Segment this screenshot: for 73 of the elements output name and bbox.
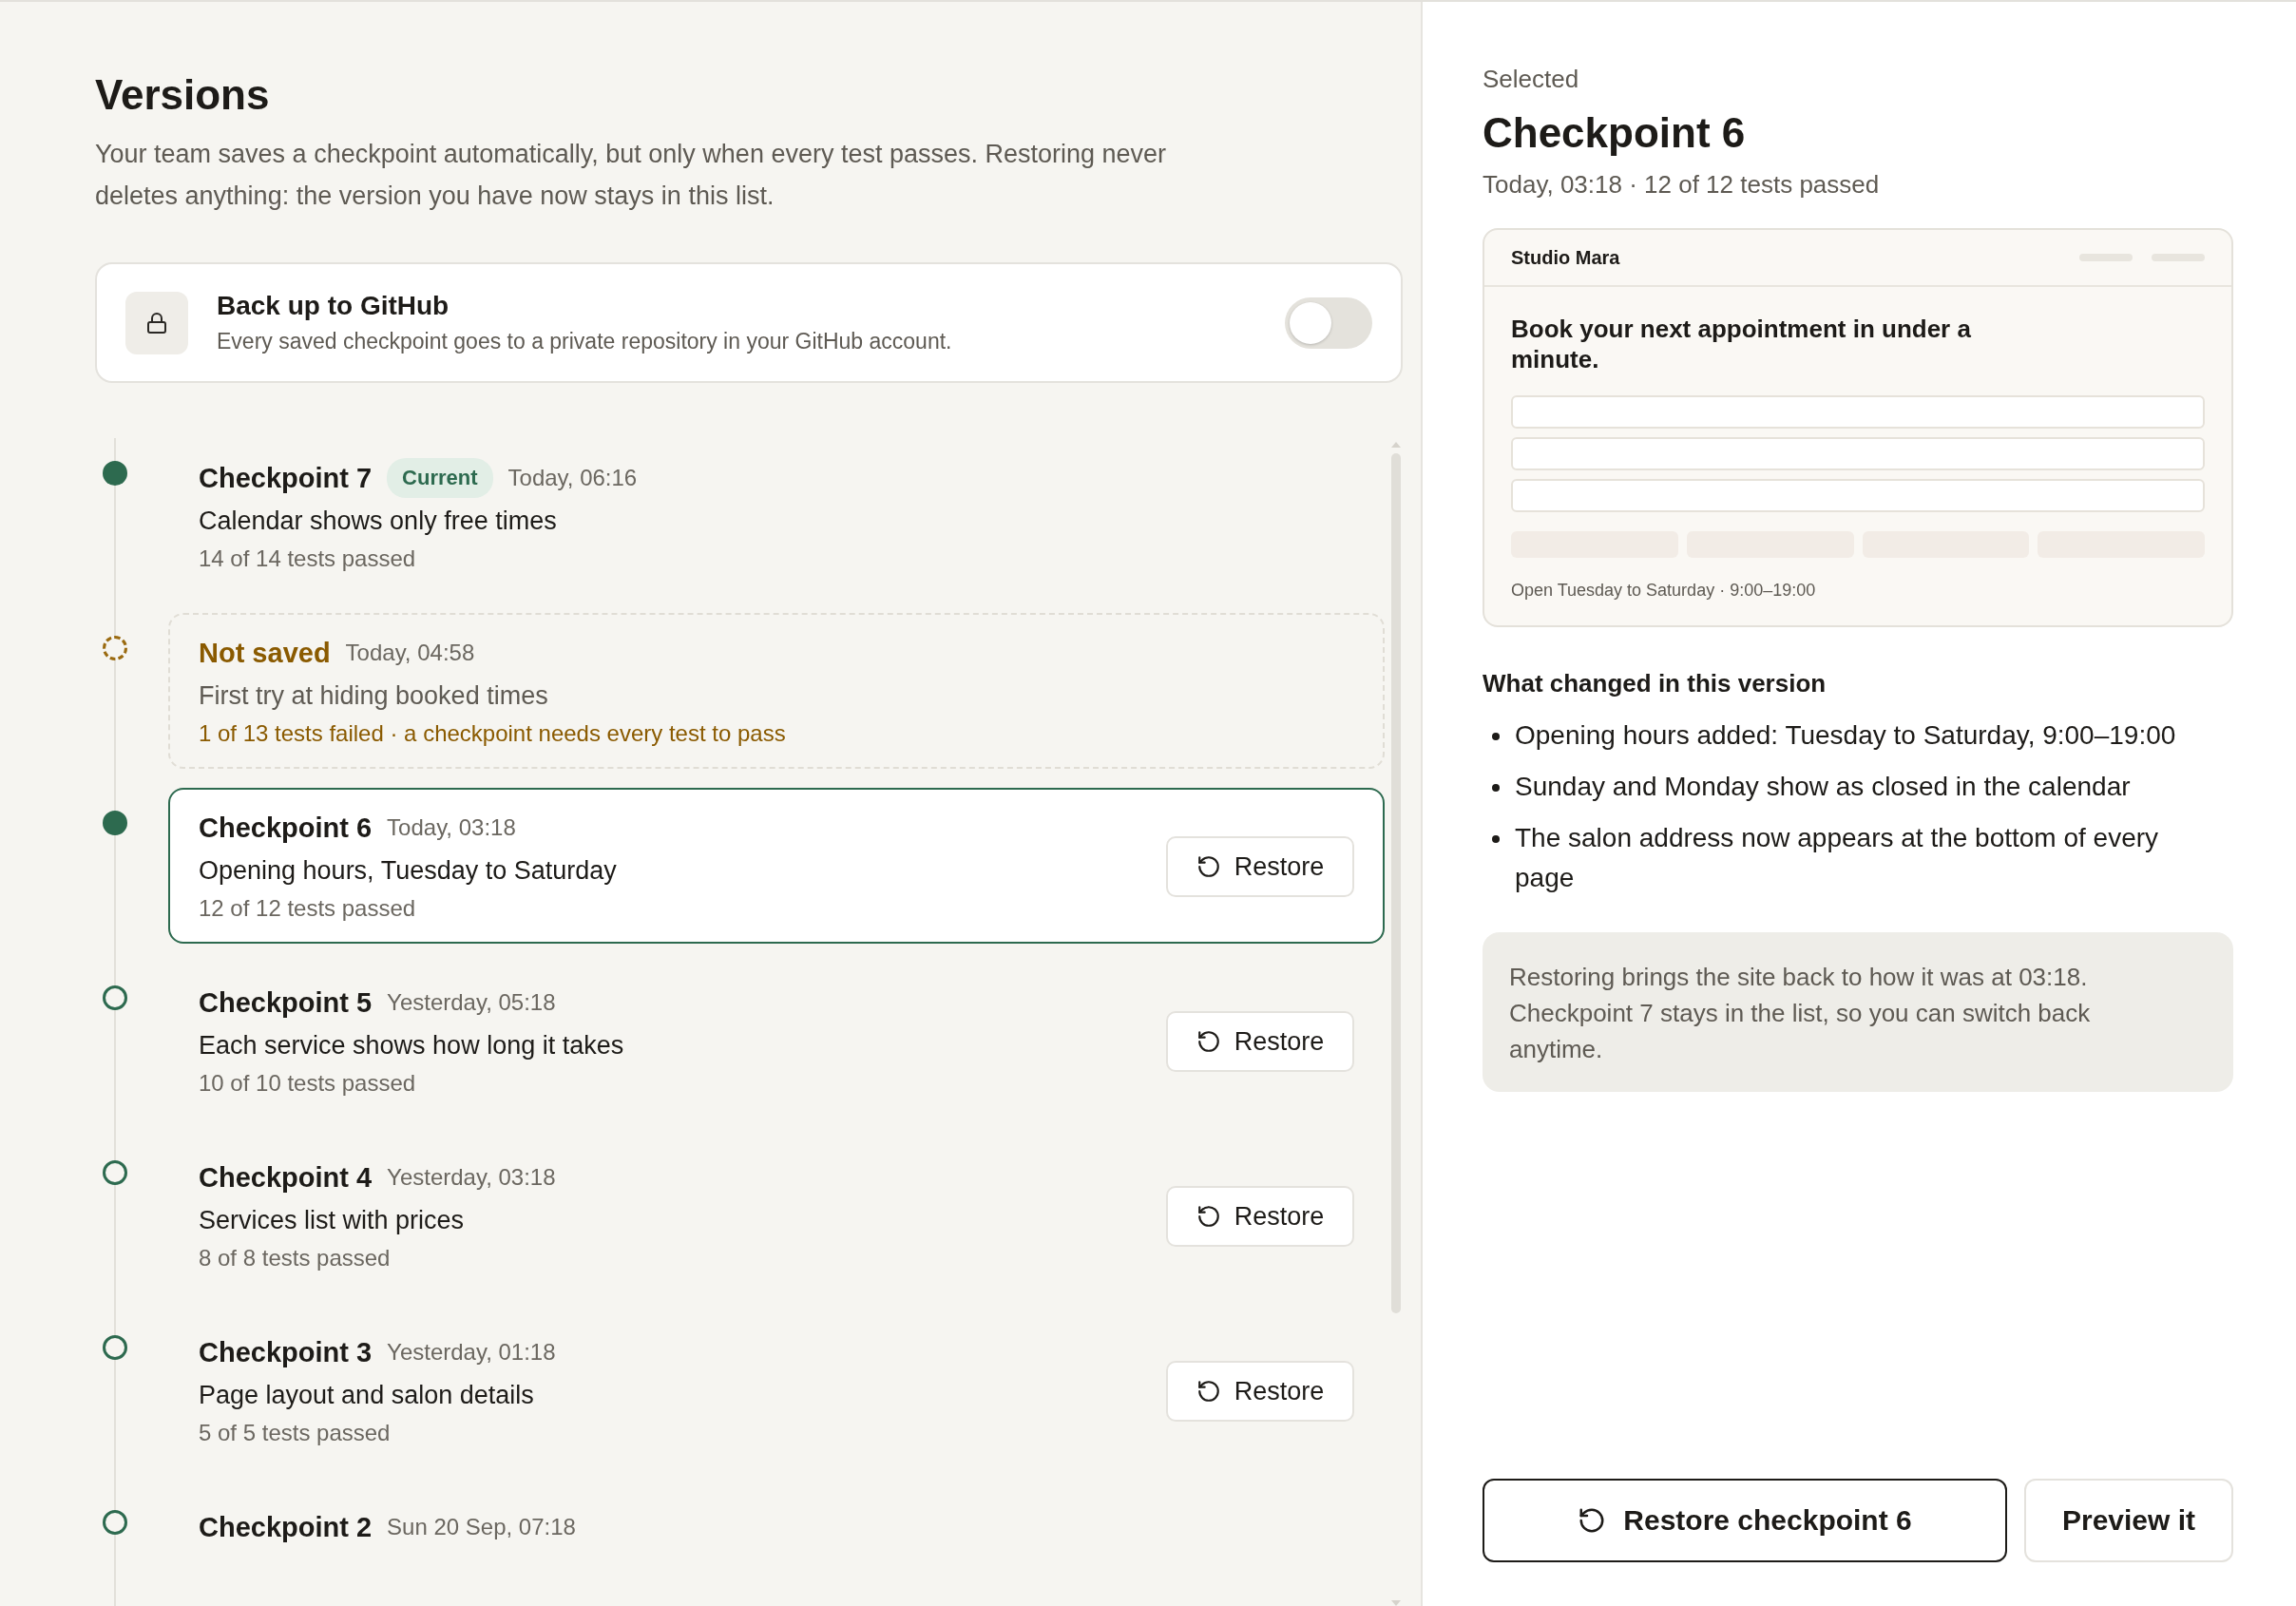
preview-button[interactable]: Preview it (2024, 1479, 2233, 1562)
checkpoint-dot (103, 1510, 127, 1535)
checkpoint-card[interactable]: Checkpoint 7 Current Today, 06:16 Calendar shows only free times 14 of 14 tests passed (168, 438, 1385, 594)
restore-icon (1196, 854, 1221, 879)
note-text: Restoring brings the site back to how it was at 03:18. Checkpoint 7 stays in the list, so you can switch back anytime. (1509, 962, 2092, 1065)
bullet-icon (1492, 835, 1500, 843)
version-title: Checkpoint 2 (199, 1511, 373, 1543)
checkpoint-card[interactable]: Checkpoint 2 Sun 20 Sep, 07:18 (168, 1487, 1385, 1606)
bullet-icon (1492, 784, 1500, 792)
site-footer: Open Tuesday to Saturday · 9:00–19:00 (1511, 581, 2205, 601)
version-title: Checkpoint 6 (199, 812, 373, 844)
backup-title: Back up to GitHub (217, 291, 450, 321)
backup-description: Every saved checkpoint goes to a private repository in your GitHub account. (217, 329, 953, 354)
restore-button[interactable]: Restore (1166, 1361, 1354, 1422)
scrollbar-thumb[interactable] (1391, 453, 1401, 1313)
checkpoint-card[interactable]: Checkpoint 4 Yesterday, 03:18 Services list with prices 8 of 8 tests passed Restore (168, 1138, 1385, 1293)
version-title: Checkpoint 7 (199, 462, 373, 494)
version-description: Calendar shows only free times (199, 506, 558, 537)
checkpoint-dot (103, 461, 127, 486)
toggle-switch[interactable] (1285, 296, 1372, 349)
checkpoint-dot (103, 1335, 127, 1360)
test-result: 1 of 13 tests failed · a checkpoint needs every test to pass (199, 719, 787, 748)
version-time: Sun 20 Sep, 07:18 (387, 1514, 576, 1540)
restore-icon (1196, 1029, 1221, 1054)
test-result: 14 of 14 tests passed (199, 545, 417, 573)
change-item: Sunday and Monday show as closed in the calendar (1515, 771, 2131, 803)
restore-icon (1196, 1204, 1221, 1229)
current-badge: Current (387, 458, 493, 498)
restore-checkpoint-button[interactable]: Restore checkpoint 6 (1483, 1479, 2007, 1562)
page-description: Your team saves a checkpoint automatically, but only when every test passes. Restoring never deletes anything: the version you have now stays in this list. (95, 139, 1168, 212)
version-title: Checkpoint 4 (199, 1161, 373, 1194)
checkpoint-dot (103, 811, 127, 835)
version-description: Page layout and salon details (199, 1380, 535, 1411)
version-description: Opening hours, Tuesday to Saturday (199, 855, 618, 887)
version-time: Yesterday, 03:18 (387, 1164, 556, 1191)
version-time: Today, 03:18 (387, 814, 516, 841)
version-description: First try at hiding booked times (199, 680, 549, 712)
version-time: Yesterday, 05:18 (387, 989, 556, 1016)
version-title: Checkpoint 3 (199, 1336, 373, 1368)
checkpoint-card[interactable]: Checkpoint 5 Yesterday, 05:18 Each service shows how long it takes 10 of 10 tests passed Restore (168, 963, 1385, 1118)
selected-label: Selected (1483, 65, 1580, 94)
page-title: Versions (95, 70, 271, 120)
change-item: The salon address now appears at the bottom of every page (1515, 822, 2160, 894)
version-description: Each service shows how long it takes (199, 1030, 625, 1061)
test-result: 5 of 5 tests passed (199, 1419, 392, 1447)
restore-button[interactable]: Restore (1166, 836, 1354, 897)
checkpoint-card[interactable]: Checkpoint 3 Yesterday, 01:18 Page layout and salon details 5 of 5 tests passed Restore (168, 1312, 1385, 1468)
test-result: 8 of 8 tests passed (199, 1244, 392, 1272)
restore-button[interactable]: Restore (1166, 1011, 1354, 1072)
scroll-up-icon[interactable] (1391, 442, 1401, 448)
restore-button[interactable]: Restore (1166, 1186, 1354, 1247)
selected-title: Checkpoint 6 (1483, 109, 1747, 157)
bullet-icon (1492, 733, 1500, 740)
selected-meta: Today, 03:18 · 12 of 12 tests passed (1483, 170, 1881, 200)
version-time: Today, 04:58 (345, 640, 475, 666)
version-time: Today, 06:16 (507, 465, 638, 491)
version-title: Not saved (199, 637, 331, 669)
version-time: Yesterday, 01:18 (387, 1339, 556, 1366)
change-item: Opening hours added: Tuesday to Saturday, 9:00–19:00 (1515, 719, 2176, 752)
version-title: Checkpoint 5 (199, 986, 373, 1019)
lock-icon (125, 291, 188, 354)
checkpoint-dot (103, 1160, 127, 1185)
test-result: 10 of 10 tests passed (199, 1069, 417, 1098)
checkpoint-card[interactable]: Checkpoint 6 Today, 03:18 Opening hours, Tuesday to Saturday 12 of 12 tests passed Restore (168, 788, 1385, 944)
site-brand: Studio Mara (1511, 246, 1621, 269)
site-heading: Book your next appointment in under a minute. (1511, 314, 1972, 374)
checkpoint-dot (103, 985, 127, 1010)
scroll-down-icon[interactable] (1391, 1600, 1401, 1606)
unsaved-dot (103, 636, 127, 660)
changes-title: What changed in this version (1483, 669, 1827, 698)
test-result: 12 of 12 tests passed (199, 894, 417, 923)
restore-icon (1196, 1379, 1221, 1404)
version-description: Services list with prices (199, 1205, 466, 1236)
